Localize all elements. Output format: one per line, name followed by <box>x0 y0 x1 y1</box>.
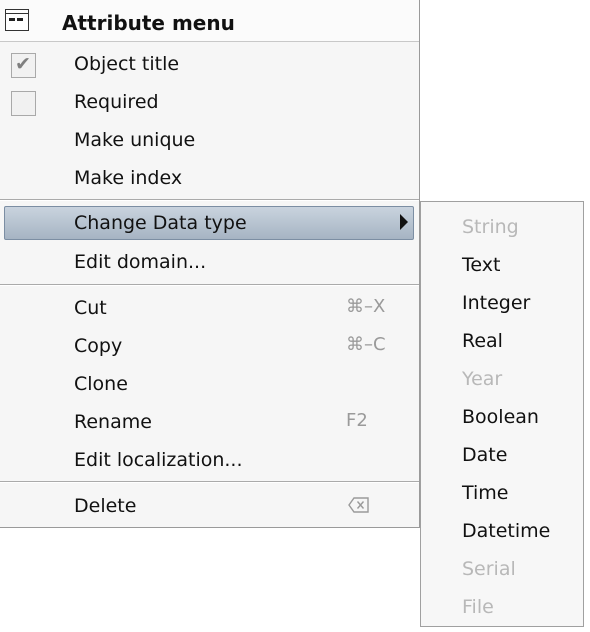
menu-item-clone[interactable]: Clone <box>0 365 419 403</box>
submenu-item-string: String <box>421 207 583 245</box>
menu-item-label: Required <box>74 91 159 113</box>
menu-item-label: Delete <box>74 495 137 517</box>
menu-item-change-data-type[interactable]: Change Data type <box>4 206 414 240</box>
menu-item-edit-domain[interactable]: Edit domain... <box>0 243 419 281</box>
menu-item-rename[interactable]: Rename F2 <box>0 403 419 441</box>
menu-item-label: Edit localization... <box>74 449 243 471</box>
submenu-item-real[interactable]: Real <box>421 321 583 359</box>
submenu-item-boolean[interactable]: Boolean <box>421 397 583 435</box>
menu-item-label: Edit domain... <box>74 251 207 273</box>
shortcut-label: ⌘–X <box>346 296 386 317</box>
submenu-item-text[interactable]: Text <box>421 245 583 283</box>
submenu-item-label: Date <box>462 444 508 466</box>
required-checkbox[interactable] <box>11 91 36 116</box>
submenu-item-date[interactable]: Date <box>421 435 583 473</box>
submenu-item-file: File <box>421 587 583 625</box>
menu-item-object-title[interactable]: ✔ Object title <box>0 45 419 83</box>
menu-item-label: Make unique <box>74 129 196 151</box>
shortcut-label: ⌘–C <box>346 334 386 355</box>
menu-separator <box>0 199 419 201</box>
submenu-item-label: Year <box>462 368 503 390</box>
shortcut-label: F2 <box>346 410 368 431</box>
object-title-checkbox[interactable]: ✔ <box>11 53 36 78</box>
menu-item-make-index[interactable]: Make index <box>0 159 419 197</box>
data-type-submenu: String Text Integer Real Year Boolean Da… <box>420 201 584 627</box>
menu-separator <box>0 481 419 483</box>
submenu-item-label: Text <box>462 254 501 276</box>
checkmark-icon: ✔ <box>15 53 31 75</box>
submenu-item-integer[interactable]: Integer <box>421 283 583 321</box>
menu-item-required[interactable]: Required <box>0 83 419 121</box>
submenu-arrow-icon <box>400 214 408 230</box>
menu-item-label: Cut <box>74 297 107 319</box>
submenu-item-label: File <box>462 596 494 618</box>
submenu-item-label: Datetime <box>462 520 551 542</box>
menu-item-copy[interactable]: Copy ⌘–C <box>0 327 419 365</box>
menu-item-label: Change Data type <box>74 212 247 234</box>
submenu-item-label: Time <box>462 482 509 504</box>
menu-separator <box>0 284 419 286</box>
submenu-item-datetime[interactable]: Datetime <box>421 511 583 549</box>
delete-icon <box>348 497 369 513</box>
submenu-item-label: Integer <box>462 292 531 314</box>
menu-item-label: Clone <box>74 373 128 395</box>
submenu-item-year: Year <box>421 359 583 397</box>
menu-item-label: Make index <box>74 167 183 189</box>
menu-item-cut[interactable]: Cut ⌘–X <box>0 289 419 327</box>
menu-item-label: Rename <box>74 411 152 433</box>
menu-icon <box>5 9 29 31</box>
attribute-menu: Attribute menu ✔ Object title Required M… <box>0 0 420 528</box>
submenu-item-label: Boolean <box>462 406 539 428</box>
menu-item-make-unique[interactable]: Make unique <box>0 121 419 159</box>
menu-title: Attribute menu <box>62 11 235 35</box>
menu-item-label: Object title <box>74 53 180 75</box>
menu-item-delete[interactable]: Delete <box>0 487 419 525</box>
submenu-item-label: Real <box>462 330 503 352</box>
submenu-item-label: Serial <box>462 558 516 580</box>
menu-header: Attribute menu <box>0 0 419 42</box>
menu-item-label: Copy <box>74 335 123 357</box>
submenu-item-serial: Serial <box>421 549 583 587</box>
submenu-item-label: String <box>462 216 519 238</box>
menu-item-edit-localization[interactable]: Edit localization... <box>0 441 419 479</box>
submenu-item-time[interactable]: Time <box>421 473 583 511</box>
